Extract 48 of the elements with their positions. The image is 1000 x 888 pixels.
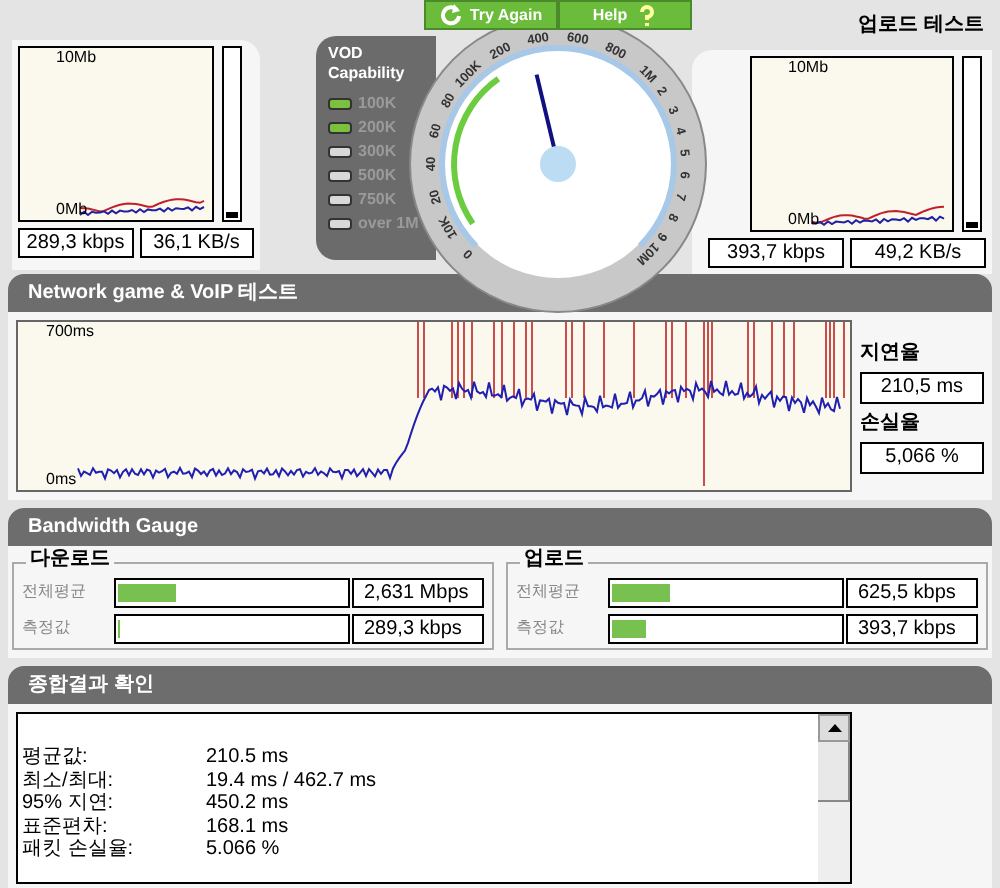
result-label: 평균값:	[22, 746, 90, 769]
vod-title: VOD Capability	[328, 44, 407, 84]
row-label: 전체평균	[516, 580, 582, 604]
group-title: 다운로드	[26, 548, 114, 572]
gauge-value: 289,3 kbps	[352, 613, 484, 643]
panel-title: 업로드 테스트	[858, 12, 984, 40]
help-button[interactable]: Help	[558, 0, 692, 30]
retry-button[interactable]: Try Again	[424, 0, 558, 30]
scroll-thumb[interactable]	[818, 742, 850, 802]
row-label: 측정값	[516, 616, 566, 640]
readout-value: 49,2 KB/s	[850, 238, 986, 268]
section-title: Network game & VoIP 테스트	[28, 280, 299, 308]
loss-value: 5,066 %	[860, 442, 984, 474]
result-text-area[interactable]: 평균값: 210.5 ms 최소/최대: 19.4 ms / 462.7 ms 95% 지연: 450.2 ms 표준편차: 168.1 ms 패킷 손실율: 5.066 %	[16, 712, 852, 884]
help-icon	[635, 4, 658, 26]
refresh-icon	[439, 4, 462, 26]
result-value: 210.5 ms	[206, 746, 289, 769]
dial-hub	[540, 146, 576, 182]
loss-label: 손실율	[860, 410, 922, 438]
axis-label: 0Mb	[56, 202, 88, 218]
readout-value: 289,3 kbps	[18, 228, 133, 258]
axis-label: 0Mb	[788, 212, 820, 228]
scroll-up-icon[interactable]	[818, 714, 850, 742]
axis-label: 0ms	[46, 472, 77, 488]
result-label: 최소/최대:	[22, 769, 116, 792]
row-label: 측정값	[22, 616, 72, 640]
scrollbar[interactable]	[818, 714, 850, 882]
delay-value: 210,5 ms	[860, 372, 984, 404]
axis-label: 700ms	[46, 324, 95, 340]
gauge-value: 393,7 kbps	[846, 613, 978, 643]
result-label: 패킷 손실율:	[22, 838, 136, 861]
result-value: 5.066 %	[206, 838, 280, 861]
result-value: 19.4 ms / 462.7 ms	[206, 769, 377, 792]
section-title: Bandwidth Gauge	[28, 514, 198, 542]
delay-label: 지연율	[860, 340, 922, 368]
result-label: 표준편차:	[22, 815, 110, 838]
result-value: 450.2 ms	[206, 792, 289, 815]
readout-value: 36,1 KB/s	[139, 228, 254, 258]
result-value: 168.1 ms	[206, 815, 289, 838]
readout-value: 393,7 kbps	[708, 238, 844, 268]
group-title: 업로드	[520, 548, 588, 572]
axis-label: 10Mb	[56, 50, 97, 66]
result-label: 95% 지연:	[22, 792, 116, 815]
axis-label: 10Mb	[788, 60, 829, 76]
gauge-value: 2,631 Mbps	[352, 577, 484, 607]
row-label: 전체평균	[22, 580, 88, 604]
gauge-value: 625,5 kbps	[846, 577, 978, 607]
section-title: 종합결과 확인	[28, 672, 154, 700]
